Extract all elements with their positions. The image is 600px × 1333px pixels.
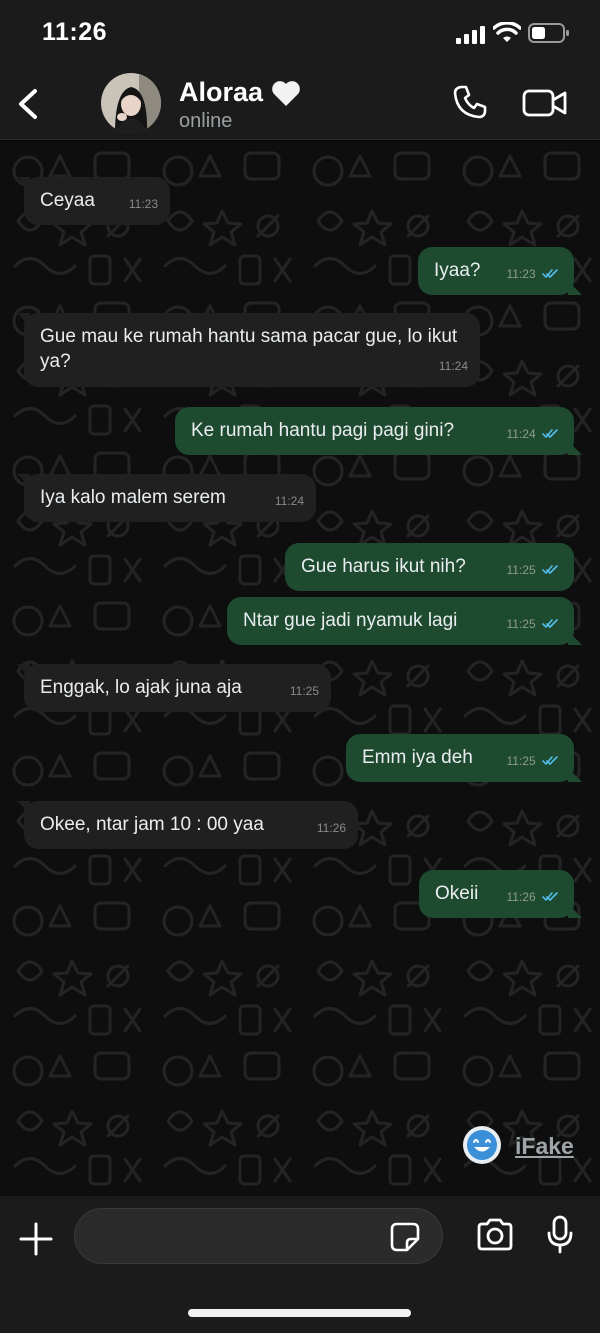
heart-icon: [272, 81, 300, 106]
plus-icon[interactable]: [17, 1220, 55, 1258]
phone-icon[interactable]: [452, 84, 488, 120]
chat-header: Aloraa online: [0, 68, 600, 140]
message-text: Ceyaa: [40, 190, 95, 211]
message-time: 11:24: [274, 494, 304, 508]
sticker-icon[interactable]: [389, 1221, 421, 1253]
battery-icon: [528, 23, 569, 43]
read-receipt-icon: [542, 756, 558, 766]
message-time: 11:25: [506, 754, 536, 768]
message-text: Gue mau ke rumah hantu sama pacar gue, l…: [40, 326, 458, 372]
message-text: Gue harus ikut nih?: [301, 556, 466, 577]
ifake-logo-icon: [463, 1126, 501, 1164]
message-time: 11:24: [506, 427, 536, 441]
ifake-watermark: iFake: [462, 1125, 582, 1165]
status-bar: 11:26: [0, 0, 600, 68]
message-text: Iya kalo malem serem: [40, 487, 226, 508]
message-text: Ke rumah hantu pagi pagi gini?: [191, 420, 455, 441]
message-composer: [0, 1196, 600, 1333]
message-time: 11:25: [506, 617, 536, 631]
message-time: 11:24: [438, 359, 468, 373]
message-time: 11:25: [506, 563, 536, 577]
message-time: 11:23: [506, 267, 536, 281]
back-chevron-icon[interactable]: [14, 84, 42, 124]
chat-area[interactable]: Ceyaa 11:23 Iyaa? 11:23 Gue mau ke rumah…: [0, 141, 600, 1196]
cellular-signal-icon: [456, 26, 485, 44]
wifi-icon: [493, 22, 521, 42]
message-bubble-incoming[interactable]: Gue mau ke rumah hantu sama pacar gue, l…: [16, 313, 480, 387]
message-time: 11:26: [506, 890, 536, 904]
message-time: 11:23: [128, 197, 158, 211]
avatar[interactable]: [101, 73, 161, 133]
status-time: 11:26: [42, 18, 108, 46]
message-bubble-outgoing[interactable]: Emm iya deh 11:25: [346, 734, 582, 782]
home-indicator: [188, 1309, 411, 1317]
read-receipt-icon: [542, 892, 558, 902]
message-bubble-outgoing[interactable]: Okeii 11:26: [419, 870, 582, 918]
message-bubble-incoming[interactable]: Ceyaa 11:23: [16, 177, 170, 225]
message-text: Iyaa?: [434, 260, 481, 281]
message-text: Enggak, lo ajak juna aja: [40, 677, 242, 698]
read-receipt-icon: [542, 619, 558, 629]
read-receipt-icon: [542, 565, 558, 575]
message-bubble-incoming[interactable]: Enggak, lo ajak juna aja 11:25: [16, 664, 331, 712]
read-receipt-icon: [542, 429, 558, 439]
contact-name[interactable]: Aloraa: [179, 77, 263, 108]
message-input[interactable]: [74, 1208, 443, 1264]
read-receipt-icon: [542, 269, 558, 279]
message-text: Ntar gue jadi nyamuk lagi: [243, 610, 458, 631]
message-time: 11:26: [316, 821, 346, 835]
message-bubble-outgoing[interactable]: Ntar gue jadi nyamuk lagi 11:25: [227, 597, 582, 645]
message-bubble-outgoing[interactable]: Gue harus ikut nih? 11:25: [285, 543, 574, 591]
camera-icon[interactable]: [475, 1218, 515, 1252]
message-bubble-incoming[interactable]: Okee, ntar jam 10 : 00 yaa 11:26: [16, 801, 358, 849]
message-bubble-outgoing[interactable]: Ke rumah hantu pagi pagi gini? 11:24: [175, 407, 582, 455]
message-bubble-outgoing[interactable]: Iyaa? 11:23: [418, 247, 582, 295]
message-time: 11:25: [289, 684, 319, 698]
message-text: Okeii: [435, 883, 479, 904]
contact-status: online: [179, 110, 233, 132]
video-camera-icon[interactable]: [522, 88, 568, 118]
message-text: Emm iya deh: [362, 747, 473, 768]
message-text: Okee, ntar jam 10 : 00 yaa: [40, 814, 264, 835]
message-bubble-incoming[interactable]: Iya kalo malem serem 11:24: [16, 474, 316, 522]
ifake-label: iFake: [515, 1133, 574, 1159]
microphone-icon[interactable]: [546, 1215, 574, 1255]
